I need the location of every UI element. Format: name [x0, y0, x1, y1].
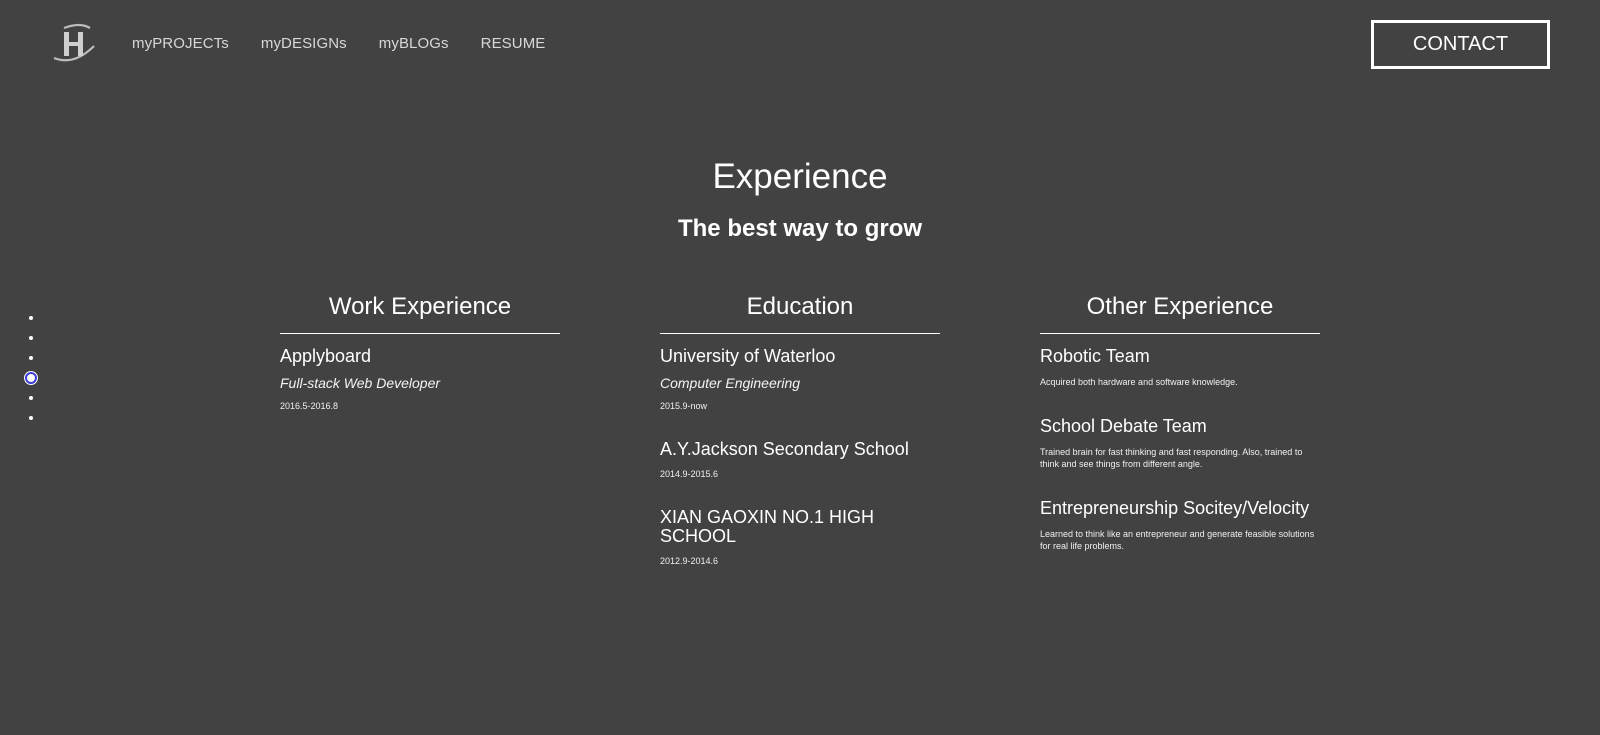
nav-link-projects[interactable]: myPROJECTs — [132, 35, 229, 52]
other-entry: School Debate Team Trained brain for fas… — [1040, 417, 1320, 470]
section-dot-4-active[interactable] — [25, 372, 37, 384]
section-dot-2[interactable] — [29, 336, 33, 340]
entry-date: 2012.9-2014.6 — [660, 556, 719, 566]
column-heading: Work Experience — [280, 293, 560, 334]
entry-role: Full-stack Web Developer — [280, 375, 441, 391]
other-entry: Entrepreneurship Socitey/Velocity Learne… — [1040, 499, 1320, 552]
nav-link-designs[interactable]: myDESIGNs — [261, 35, 347, 52]
entry-title: XIAN GAOXIN NO.1 HIGH SCHOOL — [660, 507, 875, 546]
main-nav: myPROJECTs myDESIGNs myBLOGs RESUME — [132, 35, 577, 52]
entry-title: Robotic Team — [1040, 346, 1150, 366]
section-dot-6[interactable] — [29, 416, 33, 420]
entry-title: School Debate Team — [1040, 416, 1207, 436]
education-entry: A.Y.Jackson Secondary School 2014.9-2015… — [660, 439, 940, 480]
entry-role: Computer Engineering — [660, 375, 801, 391]
education-entry: XIAN GAOXIN NO.1 HIGH SCHOOL 2012.9-2014… — [660, 507, 940, 567]
work-experience-column: Work Experience Applyboard Full-stack We… — [280, 293, 560, 440]
nav-link-blogs[interactable]: myBLOGs — [379, 35, 449, 52]
page: myPROJECTs myDESIGNs myBLOGs RESUME CONT… — [0, 0, 1600, 735]
column-heading: Education — [660, 293, 940, 334]
other-experience-column: Other Experience Robotic Team Acquired b… — [1040, 293, 1320, 581]
section-dot-3[interactable] — [29, 356, 33, 360]
entry-description: Learned to think like an entrepreneur an… — [1040, 529, 1315, 551]
education-entry: University of Waterloo Computer Engineer… — [660, 346, 940, 412]
entry-date: 2014.9-2015.6 — [660, 469, 719, 479]
entry-description: Acquired both hardware and software know… — [1040, 377, 1238, 387]
other-entry: Robotic Team Acquired both hardware and … — [1040, 347, 1320, 388]
education-column: Education University of Waterloo Compute… — [660, 293, 940, 595]
contact-button[interactable]: CONTACT — [1371, 20, 1550, 69]
section-title: Experience — [712, 157, 888, 196]
entry-description: Trained brain for fast thinking and fast… — [1040, 447, 1303, 469]
nav-link-resume[interactable]: RESUME — [481, 35, 546, 52]
entry-date: 2016.5-2016.8 — [280, 401, 339, 411]
entry-title: University of Waterloo — [660, 346, 836, 366]
experience-entry: Applyboard Full-stack Web Developer 2016… — [280, 346, 560, 412]
section-subtitle: The best way to grow — [677, 215, 923, 242]
entry-date: 2015.9-now — [660, 401, 708, 411]
entry-title: Applyboard — [280, 346, 372, 366]
section-dot-1[interactable] — [29, 316, 33, 320]
column-heading: Other Experience — [1040, 293, 1320, 334]
entry-title: Entrepreneurship Socitey/Velocity — [1040, 498, 1310, 518]
section-dot-5[interactable] — [29, 396, 33, 400]
sh-monogram-icon[interactable] — [50, 20, 98, 68]
entry-title: A.Y.Jackson Secondary School — [660, 439, 909, 459]
